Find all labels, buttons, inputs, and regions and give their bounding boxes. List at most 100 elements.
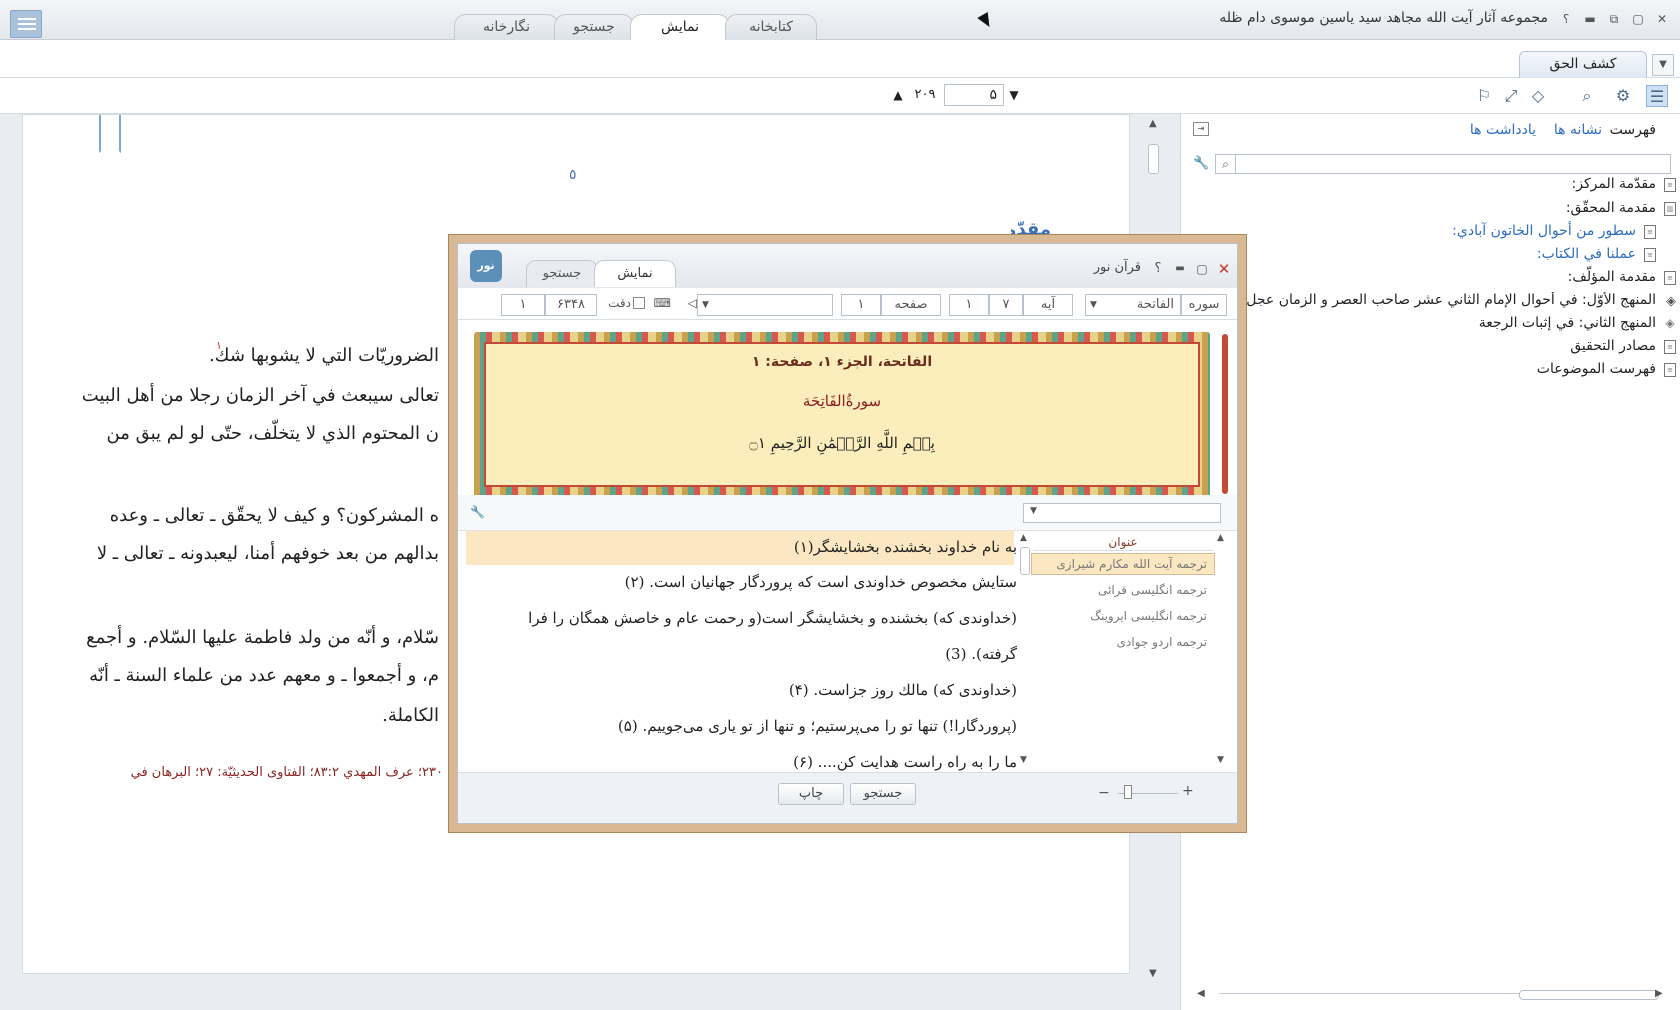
- bookmark-icon[interactable]: ⚐: [1473, 85, 1495, 107]
- mushaf-page: الفاتحة، الجزء ۱، صفحة: ۱ سورةُالفَاتِحَ…: [458, 320, 1237, 497]
- zoom-out-icon[interactable]: −: [1098, 785, 1110, 801]
- verse-translation[interactable]: (خداوندى كه) بخشنده و بخشايشگر است(و رحم…: [528, 609, 1017, 627]
- tab-library[interactable]: کتابخانه: [725, 14, 817, 40]
- index-item[interactable]: ▥ مقدمة المحقّق:: [1566, 200, 1676, 216]
- document-tab-row: كشف الحق ▼: [0, 40, 1680, 78]
- eraser-icon[interactable]: ◇: [1527, 85, 1549, 107]
- arrow-down-icon[interactable]: ▼: [1006, 84, 1022, 106]
- verse-index-input[interactable]: ۱: [501, 294, 545, 316]
- title-bar: نگارخانه جستجو نمایش کتابخانه ✕ ▢ ⧉ ▬ ؟ …: [0, 0, 1680, 41]
- translation-item[interactable]: ترجمه اردو جوادى: [1117, 635, 1207, 649]
- sura-value: الفاتحة: [1136, 297, 1174, 312]
- sura-select[interactable]: الفاتحة ▼: [1085, 294, 1181, 316]
- chevron-down-icon[interactable]: ▼: [1030, 506, 1037, 516]
- index-item[interactable]: ◈ المنهج الثاني: في إثبات الرجعة: [1479, 315, 1675, 331]
- verse-translation[interactable]: (خداوندى كه) مالك روز جزاست. (۴): [789, 681, 1017, 699]
- verse-translation[interactable]: ما را به راه راست هدايت كن.... (۶): [793, 753, 1017, 771]
- translation-item[interactable]: ترجمه انگليسى قرائى: [1098, 583, 1207, 597]
- quran-dialog: نور جستجو نمایش ✕ ▢ ▬ ؟ قرآن نور سوره ال…: [448, 234, 1247, 833]
- main-menu-button[interactable]: [10, 10, 42, 38]
- precision-checkbox[interactable]: [633, 297, 645, 309]
- mushaf-page-header: الفاتحة، الجزء ۱، صفحة: ۱: [751, 354, 933, 370]
- verse-translation[interactable]: ستايش مخصوص خداوندى است كه پروردگار جهان…: [625, 573, 1017, 591]
- quran-tab-search[interactable]: جستجو: [526, 260, 598, 287]
- tab-gallery[interactable]: نگارخانه: [454, 14, 559, 40]
- page-input[interactable]: ۵: [944, 84, 1004, 106]
- translation-select[interactable]: ▼: [1023, 503, 1221, 523]
- fullscreen-icon[interactable]: ⤢: [1500, 85, 1522, 107]
- index-item[interactable]: ≡ فهرست الموضوعات: [1537, 361, 1676, 377]
- wrench-icon[interactable]: 🔧: [470, 505, 485, 519]
- index-search-input[interactable]: ⌕: [1215, 154, 1671, 174]
- mushaf-frame: الفاتحة، الجزء ۱، صفحة: ۱ سورةُالفَاتِحَ…: [484, 342, 1200, 487]
- verse-translation[interactable]: به نام خداوند بخشنده بخشايشگر(۱): [794, 538, 1017, 556]
- footnote-text: ۲۳۰؛ عرف المهدي ۸۳:۲؛ الفتاوى الحديثيّة:…: [131, 765, 443, 780]
- restore-icon[interactable]: ⧉: [1604, 10, 1624, 28]
- tab-index[interactable]: فهرست: [1610, 122, 1656, 138]
- section-icon: ◈: [1665, 316, 1675, 330]
- close-icon[interactable]: ✕: [1215, 260, 1233, 278]
- zoom-in-icon[interactable]: +: [1182, 783, 1194, 799]
- quran-title: قرآن نور: [1093, 260, 1141, 275]
- gear-icon[interactable]: ⚙: [1612, 85, 1634, 107]
- print-button[interactable]: چاپ: [778, 783, 844, 805]
- verse-translation[interactable]: گرفته). (3): [945, 645, 1017, 663]
- search-icon[interactable]: ⌕: [1216, 155, 1236, 173]
- list-icon[interactable]: ☰: [1646, 85, 1668, 107]
- maximize-icon[interactable]: ▢: [1193, 260, 1211, 278]
- help-icon[interactable]: ؟: [1149, 260, 1167, 278]
- play-icon[interactable]: ◁: [688, 296, 697, 310]
- sura-label: سوره: [1181, 294, 1227, 316]
- arrow-up-icon[interactable]: ▲: [890, 84, 906, 106]
- translation-list-scrollbar[interactable]: ▲ ▼: [1215, 533, 1229, 769]
- index-item[interactable]: ≡ سطور من أحوال الخاتون آبادي:: [1452, 223, 1656, 239]
- translation-item[interactable]: ترجمه انگليسى ايروينگ: [1090, 609, 1207, 623]
- tab-bookmarks[interactable]: نشانه ها: [1554, 122, 1602, 138]
- index-item[interactable]: ◈المنهج الأوّل: في أحوال الإمام الثاني ع…: [1216, 292, 1656, 308]
- index-item[interactable]: ≡ مقدمة المؤلّف:: [1568, 269, 1676, 285]
- keyboard-icon[interactable]: ⌨: [654, 296, 671, 310]
- page-icon: ≡: [1664, 363, 1676, 377]
- collapse-icon[interactable]: ⇥: [1193, 122, 1209, 136]
- zoom-slider-handle[interactable]: [1124, 785, 1132, 799]
- verse-search-select[interactable]: ▼: [697, 294, 833, 316]
- help-icon[interactable]: ؟: [1556, 10, 1576, 28]
- minimize-icon[interactable]: ▬: [1171, 260, 1189, 278]
- wrench-icon[interactable]: 🔧: [1193, 156, 1209, 171]
- verse-scrollbar[interactable]: ▲ ▼: [1018, 533, 1032, 769]
- sura-name: سورةُالفَاتِحَة: [802, 392, 882, 410]
- index-item[interactable]: ≡ عملنا في الكتاب:: [1536, 246, 1656, 262]
- tab-notes[interactable]: يادداشت ها: [1470, 122, 1536, 138]
- page-icon: ≡: [1664, 271, 1676, 285]
- mushaf-scroll-marker[interactable]: [1222, 334, 1228, 494]
- index-item-label: عملنا في الكتاب:: [1536, 246, 1636, 262]
- page-icon: ≡: [1644, 225, 1656, 239]
- search-icon[interactable]: ⌕: [1576, 85, 1598, 107]
- document-tab[interactable]: كشف الحق: [1519, 51, 1647, 78]
- index-item[interactable]: ≡ مقدّمة المركز:: [1572, 176, 1676, 192]
- quran-tab-display[interactable]: نمایش: [594, 260, 676, 287]
- chevron-down-icon[interactable]: ▼: [702, 295, 709, 315]
- maximize-icon[interactable]: ▢: [1628, 10, 1648, 28]
- close-icon[interactable]: ✕: [1652, 10, 1672, 28]
- mouse-cursor-icon: [977, 11, 995, 31]
- index-item[interactable]: ≡ مصادر التحقيق: [1570, 338, 1676, 354]
- bookmark-ribbon-icon[interactable]: [99, 115, 121, 153]
- page-icon: ≡: [1664, 178, 1676, 192]
- verse-total: ۶۳۴۸: [545, 294, 597, 316]
- search-button[interactable]: جستجو: [850, 783, 916, 805]
- tab-display[interactable]: نمایش: [630, 14, 730, 41]
- document-line: ن المحتوم الذي لا يتخلّف، حتّى لو لم يبق…: [106, 423, 439, 444]
- translation-item[interactable]: ترجمه آيت الله مكارم شيرازى: [1056, 557, 1207, 571]
- page-input[interactable]: ۱: [841, 294, 881, 316]
- verse-translation[interactable]: (پروردگارا!) تنها تو را مى‌پرستيم؛ و تنه…: [618, 717, 1017, 735]
- minimize-icon[interactable]: ▬: [1580, 10, 1600, 28]
- sidebar-horizontal-scrollbar[interactable]: ◀ ▶: [1197, 988, 1667, 1002]
- chevron-down-icon[interactable]: ▼: [1652, 54, 1674, 76]
- quran-dialog-body: نور جستجو نمایش ✕ ▢ ▬ ؟ قرآن نور سوره ال…: [457, 243, 1238, 824]
- chevron-down-icon[interactable]: ▼: [1090, 295, 1097, 315]
- aya-input[interactable]: ۱: [949, 294, 989, 316]
- quran-title-bar: نور جستجو نمایش ✕ ▢ ▬ ؟ قرآن نور: [458, 244, 1237, 288]
- index-item-label: مصادر التحقيق: [1570, 338, 1656, 354]
- tab-search[interactable]: جستجو: [554, 14, 634, 40]
